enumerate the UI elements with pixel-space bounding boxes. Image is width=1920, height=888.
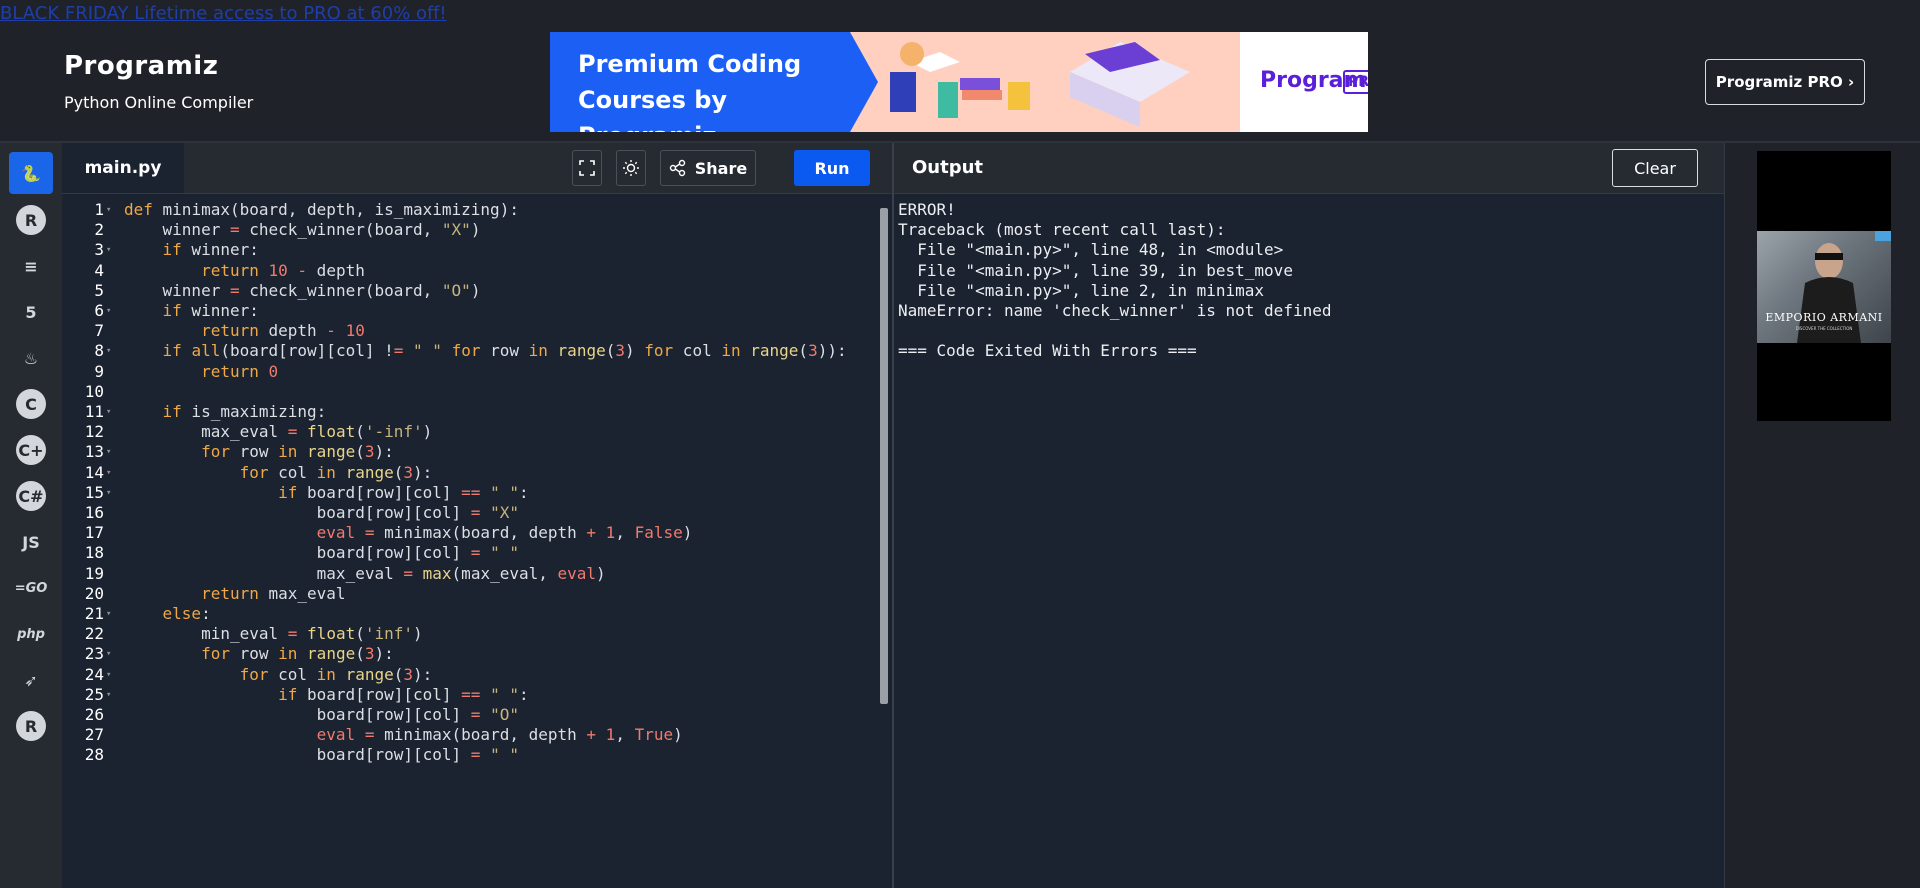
code-editor[interactable]: 1 ▾ def minimax(board, depth, is_maximizin… xyxy=(62,194,892,888)
swift-icon: ➶ xyxy=(24,670,38,690)
ad-column: EMPORIO ARMANI DISCOVER THE COLLECTION xyxy=(1724,143,1920,888)
sidebar-item-sql[interactable]: ≡ xyxy=(9,245,53,287)
c-icon: C xyxy=(16,389,46,419)
fullscreen-button[interactable] xyxy=(572,150,602,186)
sidebar-item-python[interactable]: 🐍 xyxy=(9,152,53,194)
banner-brand-area: Programiz PRO xyxy=(1240,32,1368,132)
sidebar-item-rust[interactable]: R xyxy=(9,705,53,747)
python-icon: 🐍 xyxy=(21,163,41,183)
sidebar-item-c-[interactable]: C+ xyxy=(9,429,53,471)
sun-icon xyxy=(623,160,639,176)
editor-scrollbar[interactable] xyxy=(880,208,888,704)
sidebar-item-c[interactable]: C xyxy=(9,383,53,425)
php-icon: php xyxy=(17,626,45,642)
theme-toggle-button[interactable] xyxy=(616,150,646,186)
output-toolbar: Output Clear xyxy=(894,143,1724,194)
sidebar-item-go[interactable]: =GO xyxy=(9,567,53,609)
r-icon: R xyxy=(16,205,46,235)
line-number: 28 xyxy=(84,745,104,765)
page-subtitle: Python Online Compiler xyxy=(64,93,254,112)
promo-link[interactable]: BLACK FRIDAY Lifetime access to PRO at 6… xyxy=(0,3,447,24)
output-title: Output xyxy=(912,157,984,178)
banner-headline-line-1: Premium Coding xyxy=(578,50,802,78)
rust-icon: R xyxy=(16,711,46,741)
csharp-icon: C# xyxy=(16,481,46,511)
sidebar-item-javascript[interactable]: JS xyxy=(9,521,53,563)
side-ad[interactable]: EMPORIO ARMANI DISCOVER THE COLLECTION xyxy=(1757,151,1891,421)
sidebar-item-r[interactable]: R xyxy=(9,199,53,241)
sidebar-item-php[interactable]: php xyxy=(9,613,53,655)
cpp-icon: C+ xyxy=(16,435,46,465)
html5-icon: 5 xyxy=(25,302,37,322)
database-icon: ≡ xyxy=(24,256,38,276)
run-button[interactable]: Run xyxy=(794,150,870,186)
banner-illustration xyxy=(850,32,1242,132)
promo-bar: BLACK FRIDAY Lifetime access to PRO at 6… xyxy=(0,0,1920,27)
banner-headline-line-2: Courses by Programiz xyxy=(578,86,728,132)
java-icon: ♨ xyxy=(23,348,39,368)
editor-toolbar: main.py Share Run xyxy=(62,143,892,194)
banner-wedge xyxy=(850,32,878,132)
sidebar-item-swift[interactable]: ➶ xyxy=(9,659,53,701)
language-sidebar: 🐍 R ≡ 5 ♨ C C+ C# JS =GO php ➶ R xyxy=(0,143,63,888)
header: Programiz Python Online Compiler Premium… xyxy=(0,27,1920,143)
code-line: 28 board[row][col] = " " xyxy=(62,743,892,768)
banner-headline: Premium Coding Courses by Programiz xyxy=(550,32,860,132)
ad-choices-icon[interactable] xyxy=(1875,231,1891,241)
ad-brand: EMPORIO ARMANI xyxy=(1765,311,1883,324)
js-icon: JS xyxy=(22,532,40,552)
file-tab[interactable]: main.py xyxy=(62,143,184,193)
programiz-logo[interactable]: Programiz xyxy=(64,51,218,81)
output-console: ERROR! Traceback (most recent call last):… xyxy=(894,194,1724,888)
share-label: Share xyxy=(694,158,748,178)
share-icon xyxy=(669,159,685,177)
fullscreen-icon xyxy=(579,160,595,176)
output-line: NameError: name 'check_winner' is not de… xyxy=(898,301,1332,320)
code-text: board[row][col] = " " xyxy=(124,745,519,765)
sidebar-item-c-[interactable]: C# xyxy=(9,475,53,517)
programiz-pro-button[interactable]: Programiz PRO › xyxy=(1705,59,1865,105)
go-icon: =GO xyxy=(14,580,48,596)
ad-tagline: DISCOVER THE COLLECTION xyxy=(1795,326,1853,331)
sidebar-item-java[interactable]: ♨ xyxy=(9,337,53,379)
output-line: === Code Exited With Errors === xyxy=(898,341,1197,361)
banner-pro-badge: PRO xyxy=(1343,70,1368,94)
sidebar-item-html[interactable]: 5 xyxy=(9,291,53,333)
banner-ad[interactable]: Premium Coding Courses by Programiz Prog… xyxy=(550,32,1368,132)
share-button[interactable]: Share xyxy=(660,150,756,186)
clear-button[interactable]: Clear xyxy=(1612,149,1698,187)
banner-artwork xyxy=(890,42,1190,127)
